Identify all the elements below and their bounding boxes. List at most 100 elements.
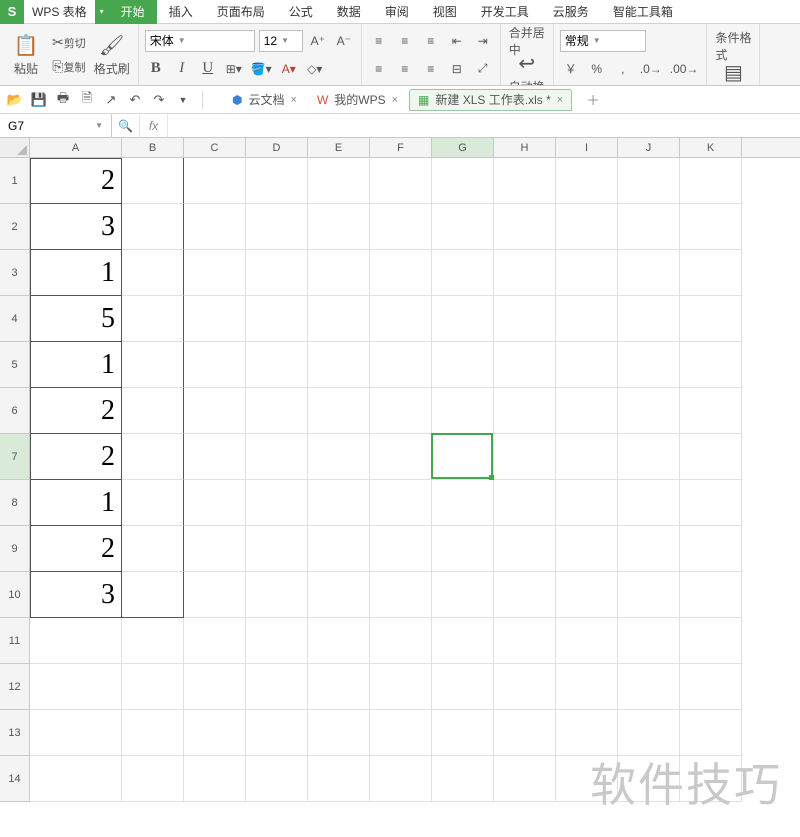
cell-G10[interactable] xyxy=(432,572,494,618)
decrease-decimal-button[interactable]: .00→ xyxy=(668,58,701,80)
font-color-button[interactable]: A▾ xyxy=(278,58,300,80)
cell-B6[interactable] xyxy=(122,388,184,434)
cond-format-button[interactable]: ▦条件格式 xyxy=(713,24,753,60)
cell-G7[interactable] xyxy=(432,434,494,480)
indent-inc-button[interactable]: ⇥ xyxy=(472,30,494,52)
cell-I10[interactable] xyxy=(556,572,618,618)
cells-area[interactable]: 2315122123 xyxy=(30,158,800,802)
col-header-H[interactable]: H xyxy=(494,138,556,157)
menu-tab-1[interactable]: 插入 xyxy=(157,0,205,24)
menu-tab-8[interactable]: 云服务 xyxy=(541,0,601,24)
cell-D3[interactable] xyxy=(246,250,308,296)
cell-A13[interactable] xyxy=(30,710,122,756)
cell-E10[interactable] xyxy=(308,572,370,618)
cell-A3[interactable]: 1 xyxy=(30,250,122,296)
increase-font-button[interactable]: A⁺ xyxy=(307,30,329,52)
font-name-select[interactable]: 宋体▼ xyxy=(145,30,255,52)
cell-E2[interactable] xyxy=(308,204,370,250)
cell-K8[interactable] xyxy=(680,480,742,526)
fill-color-button[interactable]: 🪣▾ xyxy=(249,58,274,80)
cell-E4[interactable] xyxy=(308,296,370,342)
cell-J7[interactable] xyxy=(618,434,680,480)
cell-K7[interactable] xyxy=(680,434,742,480)
cell-B5[interactable] xyxy=(122,342,184,388)
cell-K4[interactable] xyxy=(680,296,742,342)
bold-button[interactable]: B xyxy=(145,58,167,80)
row-header-2[interactable]: 2 xyxy=(0,204,30,250)
align-bottom-button[interactable]: ≡ xyxy=(420,30,442,52)
cell-H12[interactable] xyxy=(494,664,556,710)
redo-button[interactable]: ↷ xyxy=(150,91,168,109)
cell-D11[interactable] xyxy=(246,618,308,664)
col-header-K[interactable]: K xyxy=(680,138,742,157)
cell-A14[interactable] xyxy=(30,756,122,802)
cell-D7[interactable] xyxy=(246,434,308,480)
cell-A2[interactable]: 3 xyxy=(30,204,122,250)
cell-D6[interactable] xyxy=(246,388,308,434)
cell-K12[interactable] xyxy=(680,664,742,710)
cell-F3[interactable] xyxy=(370,250,432,296)
cell-B14[interactable] xyxy=(122,756,184,802)
name-box[interactable]: G7 ▼ xyxy=(0,114,112,137)
row-header-11[interactable]: 11 xyxy=(0,618,30,664)
row-header-13[interactable]: 13 xyxy=(0,710,30,756)
cell-H1[interactable] xyxy=(494,158,556,204)
cell-G3[interactable] xyxy=(432,250,494,296)
cell-E3[interactable] xyxy=(308,250,370,296)
cell-B2[interactable] xyxy=(122,204,184,250)
cell-D9[interactable] xyxy=(246,526,308,572)
close-icon[interactable]: × xyxy=(291,94,297,106)
cell-I7[interactable] xyxy=(556,434,618,480)
menu-tab-7[interactable]: 开发工具 xyxy=(469,0,541,24)
cell-C3[interactable] xyxy=(184,250,246,296)
menu-tab-3[interactable]: 公式 xyxy=(277,0,325,24)
cell-C10[interactable] xyxy=(184,572,246,618)
cell-D4[interactable] xyxy=(246,296,308,342)
close-icon[interactable]: × xyxy=(392,94,398,106)
row-header-10[interactable]: 10 xyxy=(0,572,30,618)
cell-C14[interactable] xyxy=(184,756,246,802)
cell-E1[interactable] xyxy=(308,158,370,204)
cell-C9[interactable] xyxy=(184,526,246,572)
print-preview-button[interactable]: 🗎 xyxy=(78,91,96,109)
cell-E11[interactable] xyxy=(308,618,370,664)
col-header-A[interactable]: A xyxy=(30,138,122,157)
cell-F2[interactable] xyxy=(370,204,432,250)
cell-H3[interactable] xyxy=(494,250,556,296)
align-top-button[interactable]: ≡ xyxy=(368,30,390,52)
percent-button[interactable]: % xyxy=(586,58,608,80)
cell-K9[interactable] xyxy=(680,526,742,572)
cell-G6[interactable] xyxy=(432,388,494,434)
cell-K5[interactable] xyxy=(680,342,742,388)
cell-C11[interactable] xyxy=(184,618,246,664)
merge-split-button[interactable]: ⊟ xyxy=(446,58,468,80)
cell-I12[interactable] xyxy=(556,664,618,710)
cell-J1[interactable] xyxy=(618,158,680,204)
cell-I2[interactable] xyxy=(556,204,618,250)
cell-J11[interactable] xyxy=(618,618,680,664)
cell-F5[interactable] xyxy=(370,342,432,388)
cell-A8[interactable]: 1 xyxy=(30,480,122,526)
copy-button[interactable]: ⎘复制 xyxy=(50,56,88,78)
cell-K10[interactable] xyxy=(680,572,742,618)
cell-G14[interactable] xyxy=(432,756,494,802)
fx-search-button[interactable]: 🔍 xyxy=(112,114,140,137)
comma-button[interactable]: , xyxy=(612,58,634,80)
col-header-I[interactable]: I xyxy=(556,138,618,157)
cell-B10[interactable] xyxy=(122,572,184,618)
cell-B4[interactable] xyxy=(122,296,184,342)
col-header-F[interactable]: F xyxy=(370,138,432,157)
cell-A1[interactable]: 2 xyxy=(30,158,122,204)
align-middle-button[interactable]: ≡ xyxy=(394,30,416,52)
menu-tab-2[interactable]: 页面布局 xyxy=(205,0,277,24)
cell-A5[interactable]: 1 xyxy=(30,342,122,388)
cell-K2[interactable] xyxy=(680,204,742,250)
cell-D13[interactable] xyxy=(246,710,308,756)
cell-G4[interactable] xyxy=(432,296,494,342)
cell-E14[interactable] xyxy=(308,756,370,802)
cell-B11[interactable] xyxy=(122,618,184,664)
cell-C8[interactable] xyxy=(184,480,246,526)
cell-A11[interactable] xyxy=(30,618,122,664)
cell-F12[interactable] xyxy=(370,664,432,710)
indent-dec-button[interactable]: ⇤ xyxy=(446,30,468,52)
